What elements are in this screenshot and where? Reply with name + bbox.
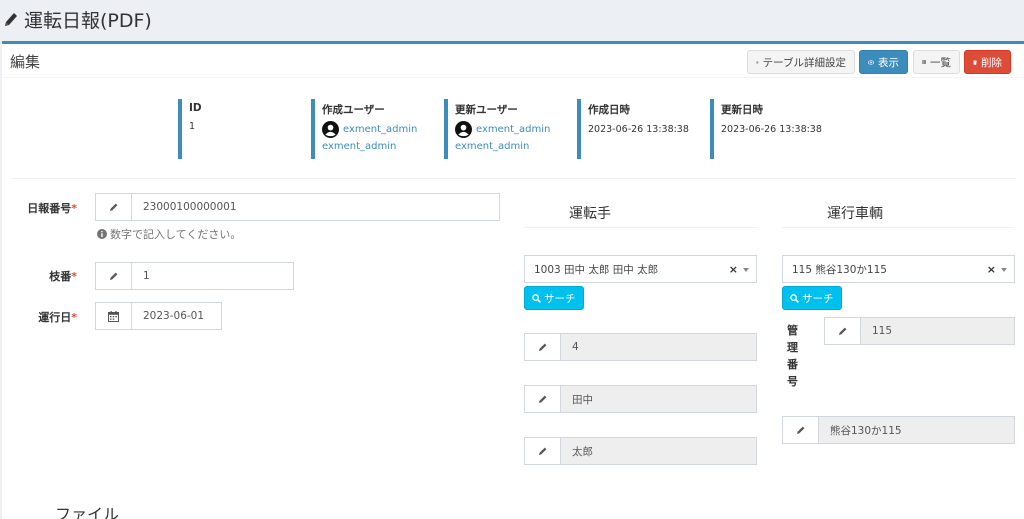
meta-created-at-label: 作成日時 [588,104,630,116]
table-settings-button[interactable]: テーブル詳細設定 [747,50,855,74]
report-number-input[interactable]: 23000100000001 [132,193,500,221]
eye-icon [868,59,874,65]
report-number-group: 23000100000001 [95,193,500,221]
meta-updated-user: 更新ユーザー exment_admin exment_admin [444,99,550,159]
report-number-label: 日報番号* [27,202,77,215]
vehicle-selected: 115 熊谷130か115 [792,263,887,276]
meta-updated-at-label: 更新日時 [721,104,763,116]
list-icon [922,60,926,64]
pencil-icon [824,317,861,345]
box-title: 編集 [10,53,41,71]
meta-updated-at: 更新日時 2023-06-26 13:38:38 [710,99,822,159]
user-avatar-icon [322,121,339,138]
branch-group: 1 [95,262,294,290]
trash-icon [973,59,977,65]
driver-title: 運転手 [569,206,611,222]
report-number-help: 数字で記入してください。 [97,226,241,242]
meta-created-at-value: 2023-06-26 13:38:38 [588,124,689,135]
pencil-icon [782,416,819,444]
date-input[interactable]: 2023-06-01 [132,302,222,330]
pencil-icon [95,262,132,290]
page-header: 運転日報(PDF) [0,0,1024,40]
divider [782,227,1014,228]
management-number-input: 115 [861,317,1015,345]
gear-icon [756,60,759,64]
file-section-title: ファイル [55,505,120,519]
meta-id-label: ID [189,102,202,114]
branch-label: 枝番* [49,270,77,283]
management-number-group: 115 [824,317,1015,345]
view-label: 表示 [878,56,899,69]
calendar-icon [95,302,132,330]
box-header: 編集 テーブル詳細設定 表示 一覧 削除 [2,44,1024,78]
pencil-icon [524,333,561,361]
driver-selected: 1003 田中 太郎 田中 太郎 [534,263,659,276]
driver-field-1: 4 [524,333,757,361]
meta-id: ID 1 [178,99,202,159]
meta-created-user: 作成ユーザー exment_admin exment_admin [311,99,417,159]
updated-user-link[interactable]: exment_admin [476,124,550,135]
management-number-label: 管 理 番 号 [787,324,798,388]
plate-group: 熊谷130か115 [782,416,1015,444]
driver-field-3: 太郎 [524,437,757,465]
meta-created-at: 作成日時 2023-06-26 13:38:38 [577,99,689,159]
meta-updated-user-label: 更新ユーザー [455,104,518,116]
vehicle-clear-icon[interactable]: × [987,263,996,276]
view-button[interactable]: 表示 [859,50,908,74]
user-avatar-icon [455,121,472,138]
page-title: 運転日報(PDF) [24,10,152,32]
vehicle-select[interactable]: 115 熊谷130か115 × [782,255,1015,283]
driver-field-2: 田中 [524,385,757,413]
driver-field-2-input: 田中 [561,385,757,413]
driver-field-1-input: 4 [561,333,757,361]
driver-clear-icon[interactable]: × [729,263,738,276]
branch-input[interactable]: 1 [132,262,294,290]
vehicle-search-button[interactable]: サーチ [782,286,842,310]
pencil-icon [5,13,17,26]
delete-label: 削除 [981,56,1002,69]
meta-updated-at-value: 2023-06-26 13:38:38 [721,124,822,135]
created-user-link-2[interactable]: exment_admin [322,141,417,152]
driver-select[interactable]: 1003 田中 太郎 田中 太郎 × [524,255,757,283]
pencil-icon [95,193,132,221]
info-icon [97,229,107,239]
divider [12,178,1016,179]
list-label: 一覧 [930,56,951,69]
chevron-down-icon [743,268,749,272]
pencil-icon [524,437,561,465]
date-label: 運行日* [38,311,77,324]
pencil-icon [524,385,561,413]
driver-search-button[interactable]: サーチ [524,286,584,310]
date-group: 2023-06-01 [95,302,222,330]
updated-user-link-2[interactable]: exment_admin [455,141,550,152]
list-button[interactable]: 一覧 [913,50,960,74]
vehicle-title: 運行車輌 [827,206,883,222]
table-settings-label: テーブル詳細設定 [762,56,846,69]
search-icon [790,293,799,303]
divider [524,227,758,228]
delete-button[interactable]: 削除 [964,50,1011,74]
meta-id-value: 1 [189,121,196,132]
created-user-link[interactable]: exment_admin [343,124,417,135]
driver-field-3-input: 太郎 [561,437,757,465]
meta-created-user-label: 作成ユーザー [322,104,385,116]
search-icon [532,293,541,303]
chevron-down-icon [1001,268,1007,272]
plate-input: 熊谷130か115 [819,416,1015,444]
